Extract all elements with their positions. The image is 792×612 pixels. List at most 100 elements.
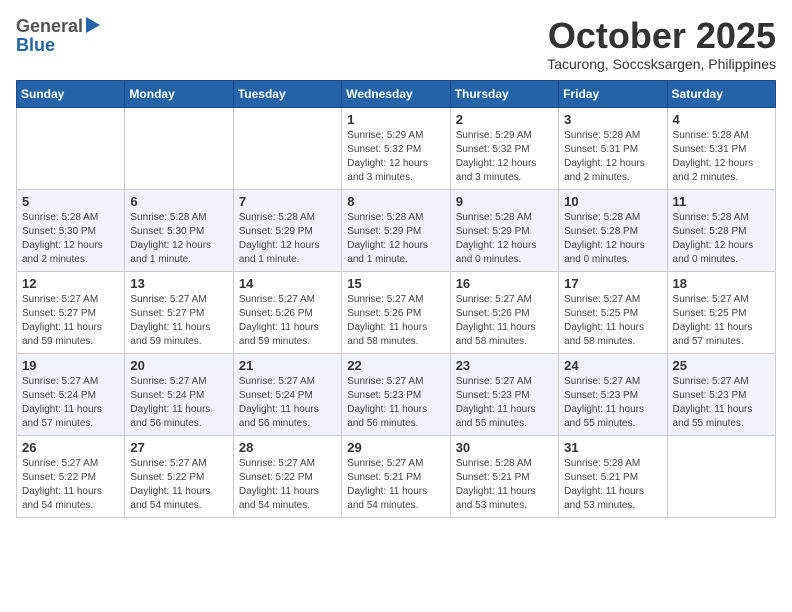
table-row [17,107,125,189]
day-info: Sunrise: 5:27 AM Sunset: 5:22 PM Dayligh… [239,457,336,513]
day-info: Sunrise: 5:27 AM Sunset: 5:21 PM Dayligh… [347,457,444,513]
logo-text: General Blue [16,16,100,56]
logo-blue: Blue [16,35,100,56]
table-row: 4 Sunrise: 5:28 AM Sunset: 5:31 PM Daylig… [667,107,775,189]
table-row: 11Sunrise: 5:28 AM Sunset: 5:28 PM Dayli… [667,189,775,271]
day-info: Sunrise: 5:27 AM Sunset: 5:26 PM Dayligh… [239,293,336,349]
table-row: 15Sunrise: 5:27 AM Sunset: 5:26 PM Dayli… [342,271,450,353]
day-number: 4 [673,112,770,127]
table-row: 31Sunrise: 5:28 AM Sunset: 5:21 PM Dayli… [559,435,667,517]
logo: General Blue [16,16,100,56]
table-row: 7 Sunrise: 5:28 AM Sunset: 5:29 PM Daylig… [233,189,341,271]
day-info: Sunrise: 5:27 AM Sunset: 5:26 PM Dayligh… [456,293,553,349]
calendar-week-row: 26 Sunrise: 5:27 AM Sunset: 5:22 PM Dayli… [17,435,776,517]
day-number: 13 [130,276,227,291]
logo-arrow-icon [86,17,100,33]
day-number: 21 [239,358,336,373]
table-row: 27 Sunrise: 5:27 AM Sunset: 5:22 PM Dayli… [125,435,233,517]
day-info: Sunrise: 5:28 AM Sunset: 5:21 PM Dayligh… [456,457,553,513]
table-row: 10 Sunrise: 5:28 AM Sunset: 5:28 PM Dayli… [559,189,667,271]
day-info: Sunrise: 5:27 AM Sunset: 5:24 PM Dayligh… [130,375,227,431]
day-number: 28 [239,440,336,455]
day-number: 26 [22,440,119,455]
table-row: 12Sunrise: 5:27 AM Sunset: 5:27 PM Dayli… [17,271,125,353]
day-info: Sunrise: 5:28 AM Sunset: 5:30 PM Dayligh… [130,211,227,267]
day-info: Sunrise: 5:27 AM Sunset: 5:25 PM Dayligh… [564,293,661,349]
calendar-week-row: 1 Sunrise: 5:29 AM Sunset: 5:32 PM Daylig… [17,107,776,189]
table-row: 19Sunrise: 5:27 AM Sunset: 5:24 PM Dayli… [17,353,125,435]
header-sunday: Sunday [17,80,125,107]
day-number: 15 [347,276,444,291]
page-header: General Blue October 2025 Tacurong, Socc… [16,16,776,72]
day-number: 12 [22,276,119,291]
day-info: Sunrise: 5:28 AM Sunset: 5:29 PM Dayligh… [347,211,444,267]
month-title: October 2025 [547,16,776,56]
day-number: 9 [456,194,553,209]
table-row: 24Sunrise: 5:27 AM Sunset: 5:23 PM Dayli… [559,353,667,435]
header-tuesday: Tuesday [233,80,341,107]
day-number: 14 [239,276,336,291]
table-row: 26Sunrise: 5:27 AM Sunset: 5:22 PM Dayli… [17,435,125,517]
header-friday: Friday [559,80,667,107]
day-number: 27 [130,440,227,455]
header-saturday: Saturday [667,80,775,107]
day-number: 20 [130,358,227,373]
table-row: 21 Sunrise: 5:27 AM Sunset: 5:24 PM Dayli… [233,353,341,435]
day-info: Sunrise: 5:27 AM Sunset: 5:23 PM Dayligh… [564,375,661,431]
calendar-header-row: Sunday Monday Tuesday Wednesday Thursday… [17,80,776,107]
header-thursday: Thursday [450,80,558,107]
table-row: 6 Sunrise: 5:28 AM Sunset: 5:30 PM Daylig… [125,189,233,271]
day-number: 2 [456,112,553,127]
day-number: 16 [456,276,553,291]
header-wednesday: Wednesday [342,80,450,107]
day-number: 6 [130,194,227,209]
day-info: Sunrise: 5:27 AM Sunset: 5:24 PM Dayligh… [239,375,336,431]
table-row: 29 Sunrise: 5:27 AM Sunset: 5:21 PM Dayli… [342,435,450,517]
day-number: 29 [347,440,444,455]
day-number: 30 [456,440,553,455]
table-row: 14 Sunrise: 5:27 AM Sunset: 5:26 PM Dayli… [233,271,341,353]
header-monday: Monday [125,80,233,107]
day-info: Sunrise: 5:28 AM Sunset: 5:29 PM Dayligh… [456,211,553,267]
day-number: 23 [456,358,553,373]
table-row: 20 Sunrise: 5:27 AM Sunset: 5:24 PM Dayli… [125,353,233,435]
day-number: 1 [347,112,444,127]
table-row: 3 Sunrise: 5:28 AM Sunset: 5:31 PM Daylig… [559,107,667,189]
day-info: Sunrise: 5:27 AM Sunset: 5:25 PM Dayligh… [673,293,770,349]
day-info: Sunrise: 5:27 AM Sunset: 5:23 PM Dayligh… [673,375,770,431]
day-number: 3 [564,112,661,127]
table-row: 16 Sunrise: 5:27 AM Sunset: 5:26 PM Dayli… [450,271,558,353]
day-info: Sunrise: 5:28 AM Sunset: 5:30 PM Dayligh… [22,211,119,267]
table-row: 22 Sunrise: 5:27 AM Sunset: 5:23 PM Dayli… [342,353,450,435]
day-info: Sunrise: 5:27 AM Sunset: 5:23 PM Dayligh… [456,375,553,431]
day-number: 25 [673,358,770,373]
day-info: Sunrise: 5:27 AM Sunset: 5:23 PM Dayligh… [347,375,444,431]
table-row: 28 Sunrise: 5:27 AM Sunset: 5:22 PM Dayli… [233,435,341,517]
table-row: 8 Sunrise: 5:28 AM Sunset: 5:29 PM Daylig… [342,189,450,271]
day-number: 10 [564,194,661,209]
day-info: Sunrise: 5:29 AM Sunset: 5:32 PM Dayligh… [456,129,553,185]
table-row: 5 Sunrise: 5:28 AM Sunset: 5:30 PM Daylig… [17,189,125,271]
day-info: Sunrise: 5:27 AM Sunset: 5:27 PM Dayligh… [130,293,227,349]
day-info: Sunrise: 5:28 AM Sunset: 5:28 PM Dayligh… [673,211,770,267]
day-info: Sunrise: 5:28 AM Sunset: 5:31 PM Dayligh… [564,129,661,185]
day-info: Sunrise: 5:29 AM Sunset: 5:32 PM Dayligh… [347,129,444,185]
calendar-week-row: 12 Sunrise: 5:27 AM Sunset: 5:27 PM Dayli… [17,271,776,353]
table-row: 18Sunrise: 5:27 AM Sunset: 5:25 PM Dayli… [667,271,775,353]
day-info: Sunrise: 5:28 AM Sunset: 5:29 PM Dayligh… [239,211,336,267]
location-subtitle: Tacurong, Soccsksargen, Philippines [547,56,776,72]
day-number: 7 [239,194,336,209]
table-row: 30 Sunrise: 5:28 AM Sunset: 5:21 PM Dayli… [450,435,558,517]
day-number: 5 [22,194,119,209]
table-row [233,107,341,189]
day-info: Sunrise: 5:28 AM Sunset: 5:31 PM Dayligh… [673,129,770,185]
table-row: 9 Sunrise: 5:28 AM Sunset: 5:29 PM Daylig… [450,189,558,271]
calendar-table: Sunday Monday Tuesday Wednesday Thursday… [16,80,776,518]
day-number: 8 [347,194,444,209]
table-row: 1 Sunrise: 5:29 AM Sunset: 5:32 PM Daylig… [342,107,450,189]
day-info: Sunrise: 5:27 AM Sunset: 5:22 PM Dayligh… [130,457,227,513]
day-info: Sunrise: 5:28 AM Sunset: 5:28 PM Dayligh… [564,211,661,267]
day-number: 22 [347,358,444,373]
table-row [125,107,233,189]
calendar-week-row: 19Sunrise: 5:27 AM Sunset: 5:24 PM Dayli… [17,353,776,435]
